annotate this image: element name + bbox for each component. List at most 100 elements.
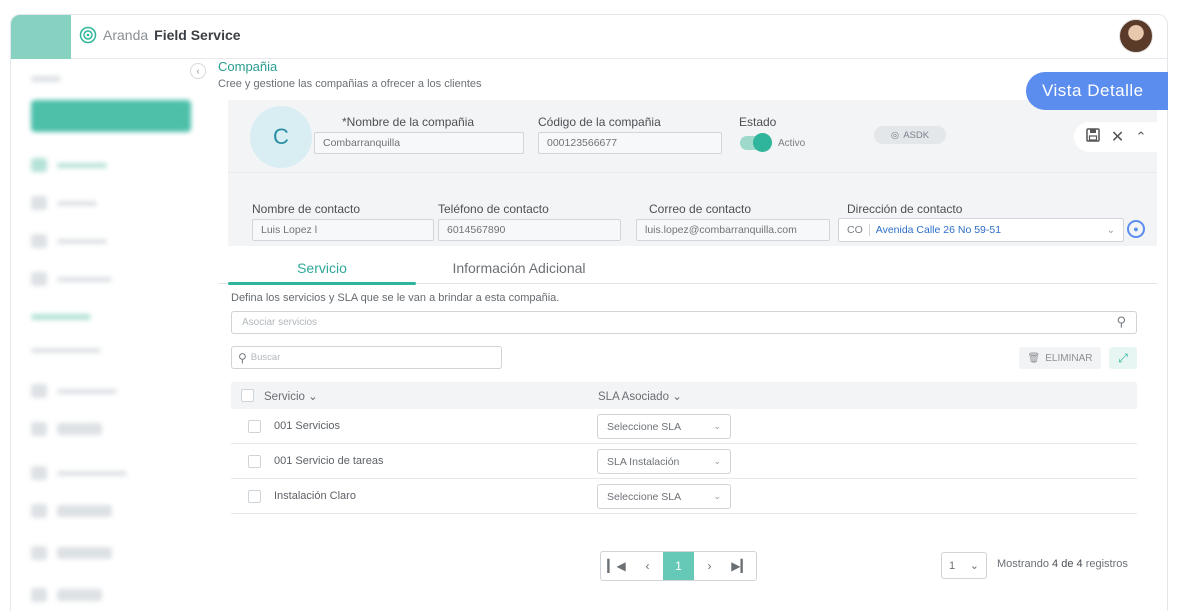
chevron-down-icon: ⌄: [713, 456, 721, 466]
asdk-badge-label: ASDK: [903, 129, 930, 141]
associate-placeholder: Asociar servicios: [242, 317, 318, 328]
toggle-knob: [753, 133, 772, 152]
collapse-sidebar-button[interactable]: ‹: [190, 63, 206, 79]
chevron-icon: ‹: [196, 66, 200, 76]
sla-select[interactable]: Seleccione SLA ⌄: [597, 414, 731, 439]
select-all-checkbox[interactable]: [241, 389, 254, 402]
contact-name-field[interactable]: Luis Lopez l: [252, 219, 434, 241]
page-number[interactable]: 1: [663, 552, 694, 580]
save-icon[interactable]: [1085, 127, 1100, 147]
previous-page-icon[interactable]: ‹: [632, 552, 663, 580]
contact-name-label: Nombre de contacto: [252, 202, 361, 216]
sidebar-item[interactable]: [31, 196, 97, 210]
sidebar-item[interactable]: [31, 234, 107, 248]
map-pin-icon[interactable]: ●: [1127, 220, 1145, 238]
brand-light: Aranda: [103, 27, 149, 43]
row-checkbox[interactable]: [248, 455, 261, 468]
sidebar-item[interactable]: [31, 466, 127, 480]
next-page-icon[interactable]: ›: [694, 552, 725, 580]
menu-logo-box[interactable]: [11, 15, 71, 59]
delete-button[interactable]: 🗑 ELIMINAR: [1019, 347, 1101, 369]
column-header-sla-label: SLA Asociado: [598, 391, 669, 403]
state-value: Activo: [778, 138, 806, 149]
sidebar-item[interactable]: [31, 348, 101, 353]
sidebar-item[interactable]: [31, 546, 112, 560]
row-checkbox[interactable]: [248, 420, 261, 433]
chevron-down-icon: ⌄: [308, 391, 318, 403]
sidebar-item[interactable]: [31, 158, 107, 172]
company-code-field[interactable]: 000123566677: [538, 132, 722, 154]
company-name-field[interactable]: Combarranquilla: [314, 132, 524, 154]
asdk-badge[interactable]: ◎ ASDK: [874, 126, 946, 144]
sidebar-item-active[interactable]: [31, 100, 191, 132]
tabs: Servicio Información Adicional: [218, 252, 1157, 285]
pagination: ▎◀ ‹ 1 › ▶▎: [600, 551, 757, 581]
chevron-down-icon: ⌄: [713, 491, 721, 501]
associate-services-input[interactable]: Asociar servicios ⚲: [231, 311, 1137, 334]
table-row: Instalación Claro Seleccione SLA ⌄: [231, 479, 1137, 514]
sidebar-item[interactable]: [31, 76, 61, 82]
sidebar-item[interactable]: [31, 272, 112, 286]
sidebar-section: [31, 314, 91, 320]
column-header-service[interactable]: Servicio ⌄: [264, 389, 318, 403]
sidebar-item[interactable]: [31, 384, 117, 398]
search-placeholder: Buscar: [250, 352, 281, 363]
brand-bold: Field Service: [154, 27, 241, 43]
services-description: Defina los servicios y SLA que se le van…: [231, 292, 560, 304]
trash-icon: 🗑: [1027, 352, 1041, 364]
sla-select-value: Seleccione SLA: [607, 490, 682, 503]
page-subtitle: Cree y gestione las compañias a ofrecer …: [218, 78, 482, 90]
sla-select[interactable]: SLA Instalación ⌄: [597, 449, 731, 474]
sidebar-item[interactable]: [31, 504, 112, 518]
country-code: CO: [847, 224, 870, 236]
column-header-service-label: Servicio: [264, 391, 305, 403]
location-icon: ◎: [890, 129, 900, 141]
sidebar: [11, 60, 206, 611]
header-actions: ✕ ⌃: [1074, 122, 1158, 152]
table-row: 001 Servicios Seleccione SLA ⌄: [231, 409, 1137, 444]
contact-address-select[interactable]: CO Avenida Calle 26 No 59-51 ⌄: [838, 218, 1124, 242]
search-icon: ⚲: [1116, 314, 1126, 329]
top-bar: Aranda Field Service: [11, 15, 1167, 59]
chevron-down-icon: ⌄: [969, 560, 979, 572]
sla-select[interactable]: Seleccione SLA ⌄: [597, 484, 731, 509]
first-page-icon[interactable]: ▎◀: [601, 552, 632, 580]
table-row: 001 Servicio de tareas SLA Instalación ⌄: [231, 444, 1137, 479]
table-header: Servicio ⌄ SLA Asociado ⌄: [231, 382, 1137, 409]
service-name: 001 Servicio de tareas: [274, 455, 384, 467]
row-checkbox[interactable]: [248, 490, 261, 503]
contact-phone-field[interactable]: 6014567890: [438, 219, 621, 241]
page-title: Compañia: [218, 59, 278, 74]
state-label: Estado: [739, 115, 777, 129]
active-tab-indicator: [228, 282, 416, 285]
search-icon: ⚲: [238, 350, 247, 365]
delete-label: ELIMINAR: [1045, 352, 1093, 364]
chevron-down-icon: ⌄: [672, 391, 682, 403]
records-count: 4 de 4: [1052, 558, 1083, 570]
company-code-label: Código de la compañia: [538, 115, 661, 129]
per-page-value: 1: [949, 559, 956, 572]
last-page-icon[interactable]: ▶▎: [725, 552, 756, 580]
per-page-select[interactable]: 1 ⌄: [941, 552, 987, 579]
close-icon[interactable]: ✕: [1111, 127, 1124, 147]
sidebar-item[interactable]: [31, 588, 102, 602]
contact-email-field[interactable]: luis.lopez@combarranquilla.com: [636, 219, 830, 241]
user-avatar[interactable]: [1119, 19, 1153, 53]
sidebar-item[interactable]: [31, 422, 102, 436]
search-input[interactable]: ⚲ Buscar: [231, 346, 502, 369]
contact-panel: Nombre de contacto Luis Lopez l Teléfono…: [228, 172, 1157, 246]
company-header-panel: C *Nombre de la compañia Combarranquilla…: [228, 100, 1158, 172]
chevron-up-icon[interactable]: ⌃: [1135, 129, 1146, 145]
brand: Aranda Field Service: [79, 26, 241, 44]
address-value: Avenida Calle 26 No 59-51: [875, 224, 1002, 236]
tab-servicio[interactable]: Servicio: [228, 252, 416, 284]
tab-informacion-adicional[interactable]: Información Adicional: [424, 252, 614, 284]
state-toggle[interactable]: [740, 133, 772, 152]
vista-detalle-pill[interactable]: Vista Detalle: [1026, 72, 1168, 110]
column-header-sla[interactable]: SLA Asociado ⌄: [598, 389, 682, 403]
company-name-label: *Nombre de la compañia: [342, 115, 475, 129]
expand-icon[interactable]: ⤢: [1109, 347, 1137, 369]
service-name: 001 Servicios: [274, 420, 341, 432]
contact-address-label: Dirección de contacto: [847, 202, 963, 216]
records-summary: Mostrando 4 de 4 registros: [997, 558, 1128, 570]
